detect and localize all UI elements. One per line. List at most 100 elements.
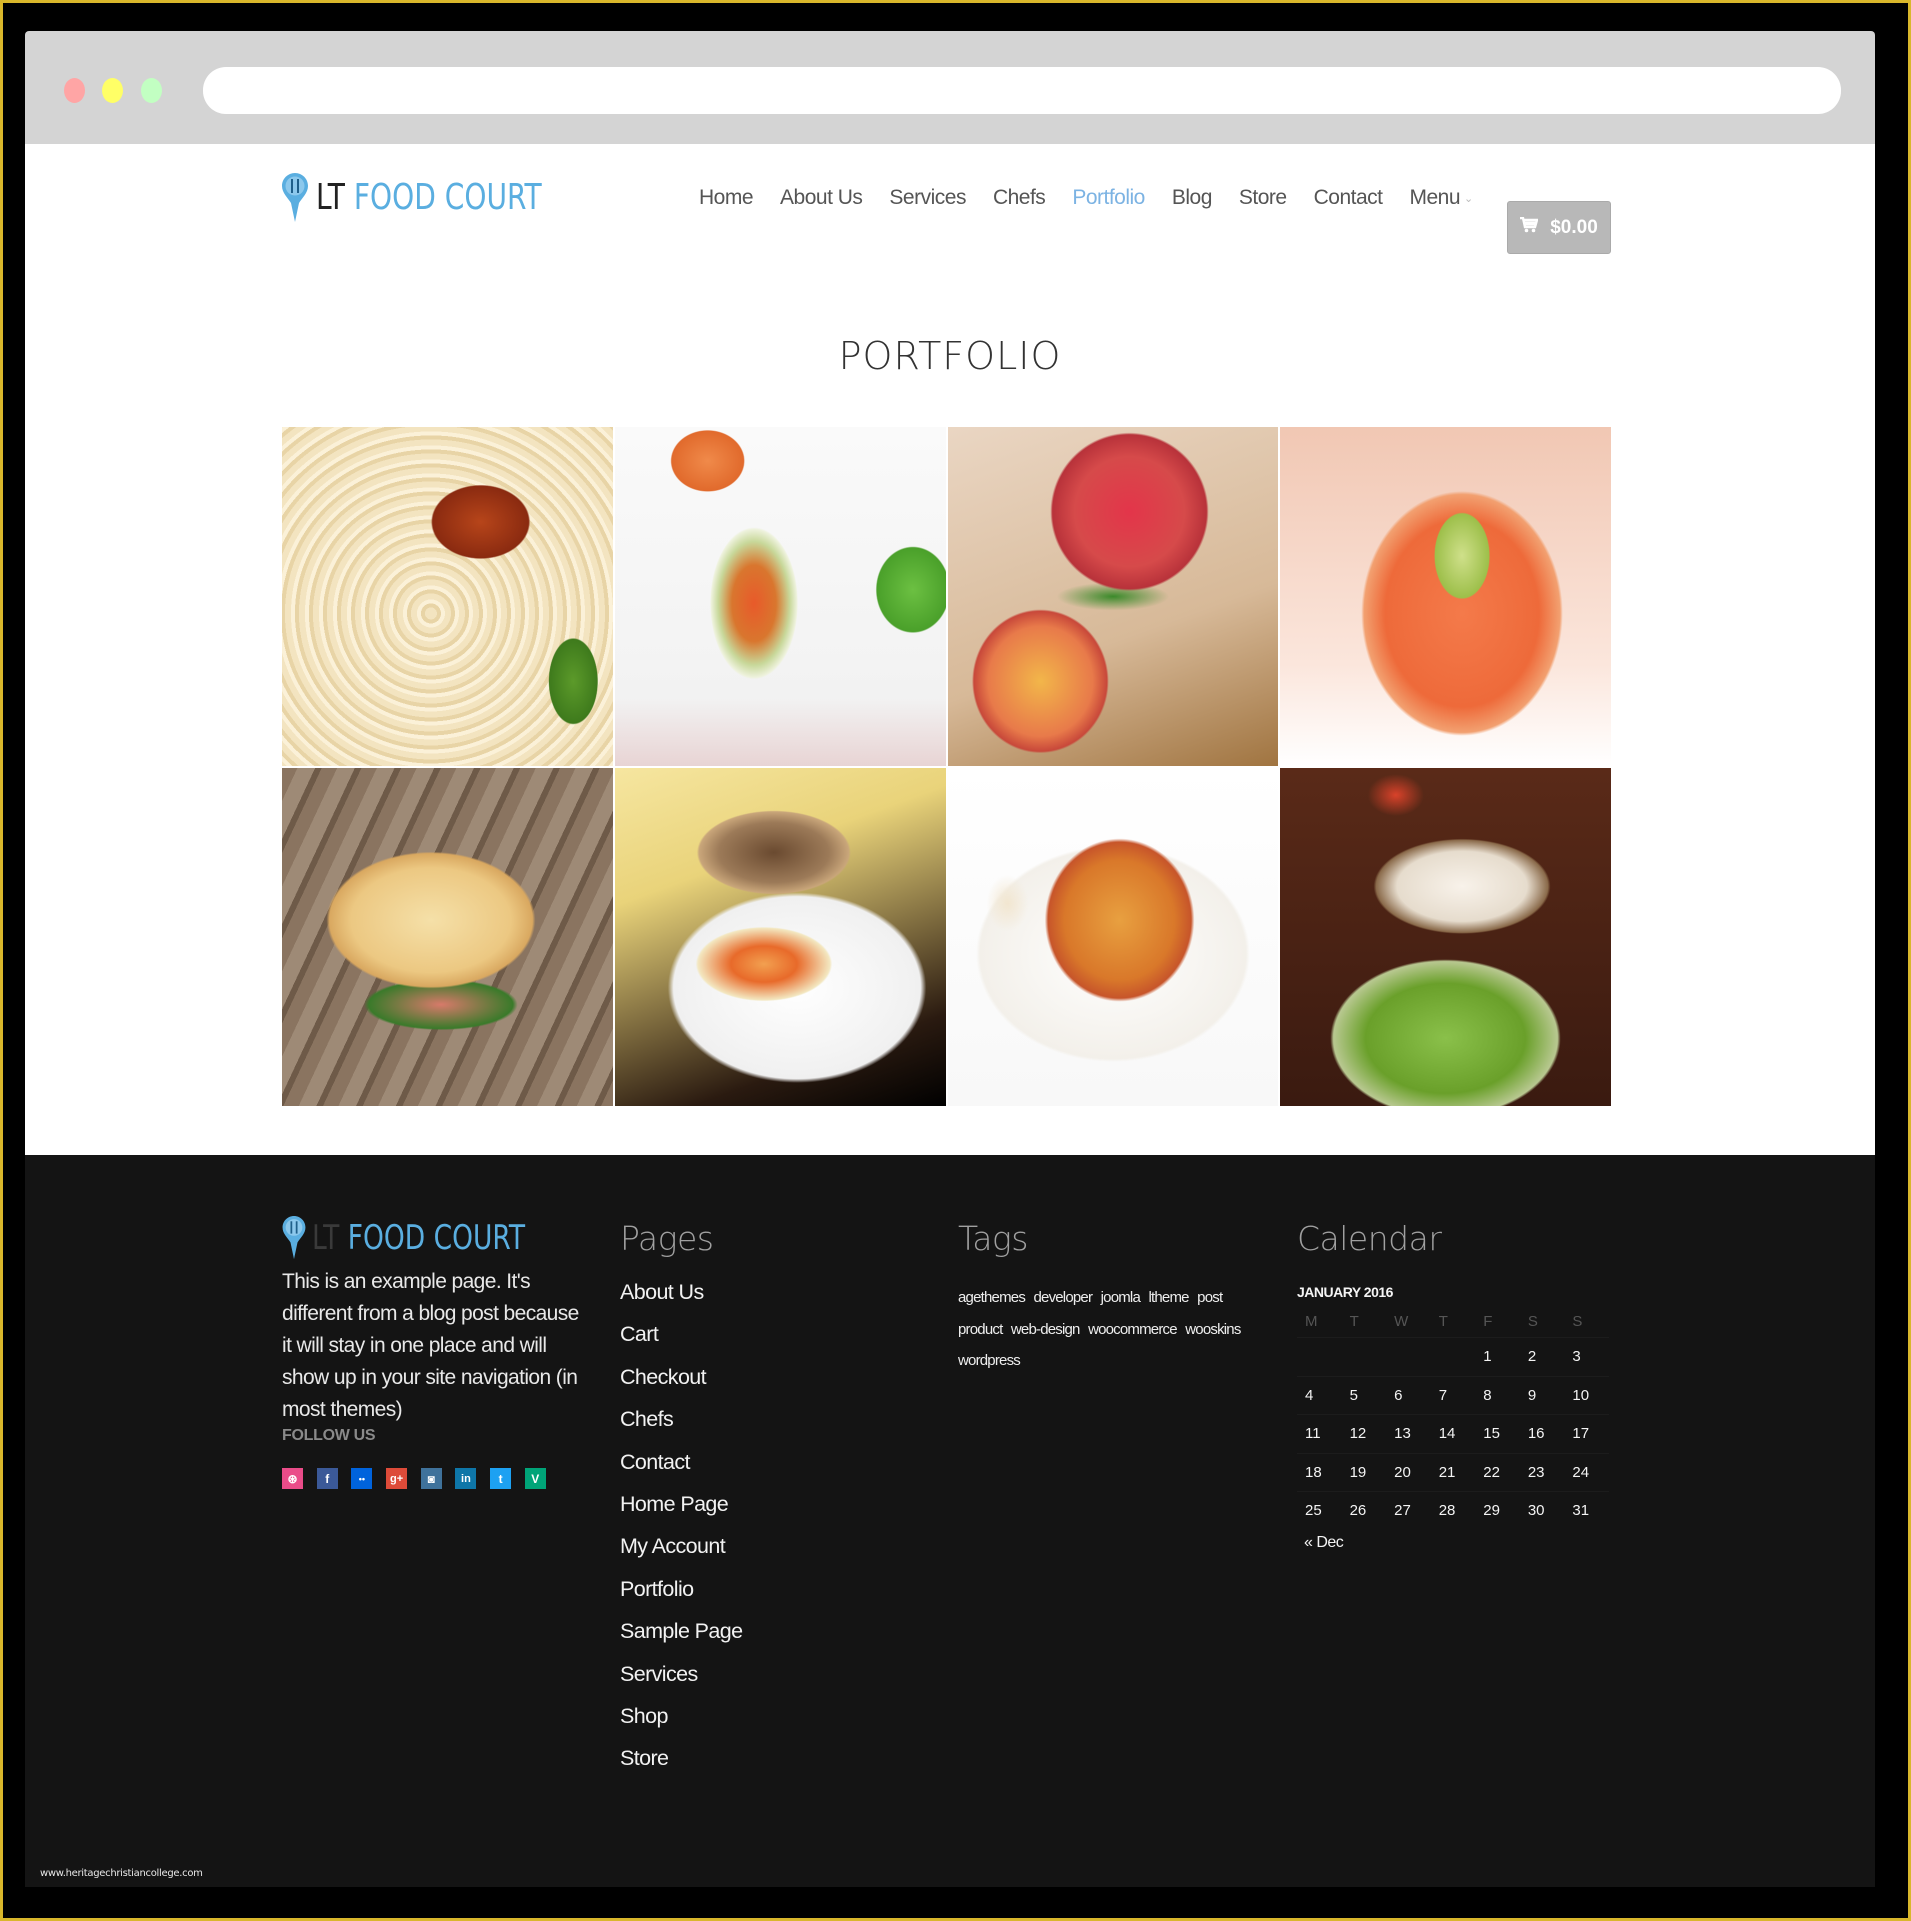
calendar-day bbox=[1386, 1337, 1431, 1376]
map-pin-cutlery-icon bbox=[282, 1216, 306, 1260]
weekday: M bbox=[1305, 1312, 1318, 1330]
calendar-day bbox=[1297, 1337, 1342, 1376]
tag-link[interactable]: developer bbox=[1033, 1289, 1092, 1306]
portfolio-item-salmon[interactable]: Smoked salmon with avocado bbox=[1280, 427, 1611, 766]
instagram-icon[interactable]: ◙ bbox=[420, 1468, 442, 1489]
footer-about-text: This is an example page. It's different … bbox=[282, 1270, 579, 1421]
tags-heading: Tags bbox=[958, 1219, 1028, 1258]
calendar-day: 19 bbox=[1341, 1452, 1387, 1492]
nav-home[interactable]: Home bbox=[699, 186, 754, 210]
weekday: T bbox=[1438, 1312, 1448, 1330]
pages-link-shop[interactable]: Shop bbox=[620, 1700, 920, 1742]
calendar-day: 26 bbox=[1341, 1491, 1387, 1530]
tag-link[interactable]: woocommerce bbox=[1088, 1321, 1178, 1338]
calendar-day: 8 bbox=[1475, 1375, 1520, 1415]
linkedin-icon[interactable]: in bbox=[455, 1468, 477, 1489]
portfolio-item-grilled-chicken[interactable]: Grilled chicken with vegetables bbox=[614, 767, 946, 1106]
footer-logo-prefix: LT bbox=[312, 1218, 340, 1258]
tag-link[interactable]: ltheme bbox=[1148, 1289, 1189, 1306]
pages-link-my-account[interactable]: My Account bbox=[620, 1530, 920, 1572]
tag-link[interactable]: joomla bbox=[1101, 1289, 1141, 1306]
map-pin-cutlery-icon bbox=[282, 173, 308, 223]
cart-icon bbox=[1520, 216, 1539, 239]
pages-link-contact[interactable]: Contact bbox=[620, 1446, 920, 1488]
site-logo[interactable]: LT FOOD COURT bbox=[282, 173, 605, 223]
nav-portfolio[interactable]: Portfolio bbox=[1072, 186, 1145, 210]
calendar-day: 10 bbox=[1564, 1375, 1609, 1415]
tag-cloud: agethemes developer joomla ltheme post p… bbox=[958, 1282, 1278, 1377]
weekday: S bbox=[1572, 1312, 1583, 1330]
calendar-day: 15 bbox=[1475, 1414, 1520, 1453]
twitter-icon[interactable]: t bbox=[490, 1468, 512, 1489]
weekday: T bbox=[1349, 1312, 1359, 1330]
calendar-day: 24 bbox=[1564, 1452, 1609, 1492]
flickr-icon[interactable]: •• bbox=[351, 1468, 373, 1489]
minimize-window-dot[interactable] bbox=[102, 78, 123, 103]
footer-tags: Tags agethemes developer joomla ltheme p… bbox=[958, 1219, 1288, 1377]
cart-total: $0.00 bbox=[1550, 216, 1598, 238]
footer-pages: Pages About Us Cart Checkout Chefs Conta… bbox=[620, 1219, 920, 1785]
calendar-day: 21 bbox=[1430, 1452, 1476, 1492]
pages-link-home-page[interactable]: Home Page bbox=[620, 1488, 920, 1530]
tag-link[interactable]: post bbox=[1197, 1289, 1223, 1306]
browser-window: LT FOOD COURT Home About Us Services Che… bbox=[25, 31, 1875, 1887]
pages-list: About Us Cart Checkout Chefs Contact Hom… bbox=[620, 1276, 920, 1785]
google-plus-icon[interactable]: g+ bbox=[386, 1468, 408, 1489]
nav-about-us[interactable]: About Us bbox=[780, 186, 863, 210]
pages-link-about-us[interactable]: About Us bbox=[620, 1276, 920, 1318]
portfolio-item-lasagna[interactable]: Lasagna with fork bbox=[947, 767, 1279, 1106]
cart-button[interactable]: $0.00 bbox=[1507, 201, 1611, 254]
calendar-table: M T W T F S S 1 2 3 4 5 6 7 8 9 10 11 12 13 14 15 16 17 1… bbox=[1297, 1305, 1609, 1530]
logo-prefix: LT bbox=[316, 177, 345, 218]
portfolio-item-spring-rolls[interactable]: Spring rolls with mint bbox=[614, 427, 946, 766]
calendar-day: 9 bbox=[1519, 1375, 1565, 1415]
pages-link-portfolio[interactable]: Portfolio bbox=[620, 1573, 920, 1615]
calendar-day: 18 bbox=[1297, 1452, 1342, 1492]
chevron-down-icon[interactable]: ⌄ bbox=[1464, 192, 1473, 205]
calendar-day: 5 bbox=[1341, 1375, 1387, 1415]
calendar-day: 27 bbox=[1386, 1491, 1431, 1530]
nav-chefs[interactable]: Chefs bbox=[993, 186, 1046, 210]
portfolio-item-fish-salad[interactable]: Fish fillet with salad bbox=[1280, 767, 1611, 1106]
maximize-window-dot[interactable] bbox=[141, 78, 162, 103]
vine-icon[interactable]: V bbox=[524, 1468, 546, 1489]
nav-menu[interactable]: Menu bbox=[1409, 186, 1460, 210]
calendar-weekdays: M T W T F S S bbox=[1297, 1305, 1609, 1338]
address-bar[interactable] bbox=[203, 67, 1841, 114]
calendar-day bbox=[1430, 1337, 1476, 1376]
calendar-day: 20 bbox=[1386, 1452, 1431, 1492]
calendar-day bbox=[1341, 1337, 1387, 1376]
pages-link-sample-page[interactable]: Sample Page bbox=[620, 1615, 920, 1657]
browser-chrome bbox=[25, 31, 1875, 144]
calendar-day: 13 bbox=[1386, 1414, 1431, 1453]
footer-logo[interactable]: LT FOOD COURT bbox=[282, 1216, 582, 1260]
tag-link[interactable]: agethemes bbox=[958, 1289, 1026, 1306]
pages-link-store[interactable]: Store bbox=[620, 1742, 920, 1784]
pages-link-chefs[interactable]: Chefs bbox=[620, 1403, 920, 1445]
page-content: LT FOOD COURT Home About Us Services Che… bbox=[25, 144, 1875, 1155]
pages-link-services[interactable]: Services bbox=[620, 1658, 920, 1700]
nav-blog[interactable]: Blog bbox=[1172, 186, 1213, 210]
close-window-dot[interactable] bbox=[64, 78, 85, 103]
facebook-icon[interactable]: f bbox=[316, 1468, 338, 1489]
tag-link[interactable]: web-design bbox=[1011, 1321, 1081, 1338]
portfolio-item-focaccia[interactable]: Focaccia sandwich bbox=[282, 767, 613, 1106]
watermark: www.heritagechristiancollege.com bbox=[40, 1868, 203, 1879]
nav-contact[interactable]: Contact bbox=[1314, 186, 1383, 210]
calendar-day: 6 bbox=[1386, 1375, 1431, 1415]
portfolio-item-spaghetti[interactable]: Spaghetti with tomato sauce bbox=[282, 427, 613, 766]
pages-link-checkout[interactable]: Checkout bbox=[620, 1361, 920, 1403]
tag-link[interactable]: wooskins bbox=[1185, 1321, 1241, 1338]
nav-store[interactable]: Store bbox=[1239, 186, 1287, 210]
follow-us-label: FOLLOW US bbox=[282, 1427, 376, 1444]
calendar-day: 16 bbox=[1519, 1414, 1565, 1453]
pages-link-cart[interactable]: Cart bbox=[620, 1318, 920, 1360]
calendar-prev-month-link[interactable]: « Dec bbox=[1304, 1534, 1597, 1552]
portfolio-item-peaches[interactable]: Peaches with leaves in basket bbox=[947, 427, 1279, 766]
dribbble-icon[interactable]: ⊛ bbox=[282, 1468, 303, 1489]
tag-link[interactable]: wordpress bbox=[958, 1352, 1021, 1369]
tag-link[interactable]: product bbox=[958, 1321, 1003, 1338]
nav-services[interactable]: Services bbox=[889, 186, 966, 210]
calendar-week: 4 5 6 7 8 9 10 bbox=[1297, 1375, 1609, 1415]
calendar-week: 11 12 13 14 15 16 17 bbox=[1297, 1414, 1609, 1453]
